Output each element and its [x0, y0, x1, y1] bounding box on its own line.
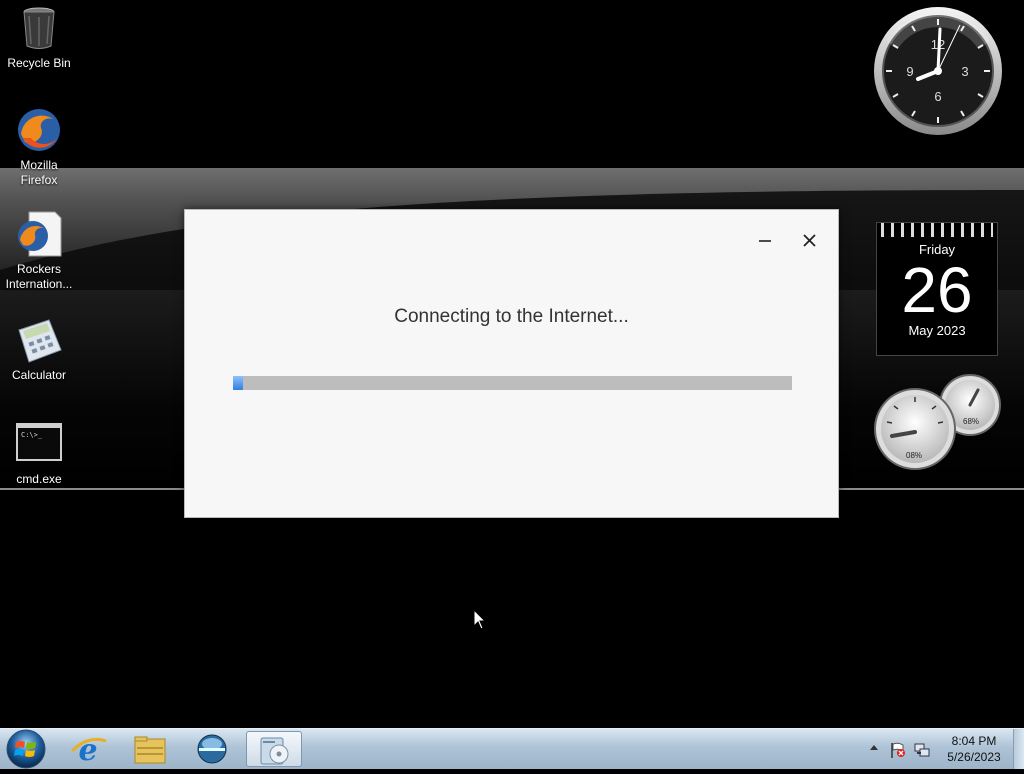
clock-gadget[interactable]: 12 3 6 9: [872, 5, 1004, 137]
desktop-icon-cmd[interactable]: C:\>_ cmd.exe: [0, 420, 78, 487]
desktop-icon-rockers[interactable]: Rockers Internation...: [0, 210, 78, 292]
taskbar-internet-explorer[interactable]: e: [60, 731, 116, 768]
desktop-icon-label: Mozilla Firefox: [20, 158, 58, 187]
svg-text:C:\>_: C:\>_: [21, 431, 43, 439]
clock-numeral: 3: [961, 64, 968, 79]
clock-numeral: 6: [934, 89, 941, 104]
minimize-icon: [759, 240, 771, 242]
desktop-icon-label: Rockers Internation...: [5, 262, 73, 291]
taskbar: e 8:04 PM 5/26/2023: [0, 728, 1024, 769]
show-hidden-icons-button[interactable]: [868, 742, 880, 754]
calendar-rings: [881, 223, 993, 237]
calendar-day: 26: [901, 254, 973, 326]
memory-usage-label: 68%: [963, 417, 980, 426]
taskbar-installer[interactable]: [246, 731, 302, 767]
status-message: Connecting to the Internet...: [394, 306, 629, 327]
installer-icon: [260, 737, 289, 765]
minimize-button[interactable]: [750, 228, 780, 252]
windows-logo-icon: [6, 729, 46, 769]
taskbar-date: 5/26/2023: [947, 750, 1001, 764]
connecting-dialog: Connecting to the Internet...: [184, 209, 839, 518]
taskbar-media-center[interactable]: [184, 731, 240, 767]
progress-bar: [233, 376, 792, 390]
recycle-bin-icon: [15, 4, 63, 52]
taskbar-clock[interactable]: 8:04 PM 5/26/2023: [936, 733, 1012, 765]
calendar-gadget[interactable]: Friday 26 May 2023: [876, 222, 998, 356]
mouse-cursor-icon: [473, 609, 487, 630]
desktop-icon-calculator[interactable]: Calculator: [0, 316, 78, 383]
desktop-icon-firefox[interactable]: Mozilla Firefox: [0, 106, 78, 188]
close-icon: [803, 234, 816, 247]
internet-explorer-icon: e: [70, 733, 107, 768]
taskbar-windows-explorer[interactable]: [122, 731, 178, 767]
calculator-icon: [15, 316, 63, 364]
progress-fill: [233, 376, 244, 390]
desktop-icon-label: cmd.exe: [16, 472, 62, 486]
show-desktop-button[interactable]: [1013, 729, 1024, 769]
close-button[interactable]: [794, 228, 824, 252]
cpu-usage-label: 08%: [906, 451, 923, 460]
command-prompt-icon: C:\>_: [15, 420, 63, 468]
folder-icon: [134, 736, 166, 764]
taskbar-time: 8:04 PM: [951, 734, 997, 748]
firefox-document-icon: [15, 210, 63, 258]
clock-numeral: 9: [906, 64, 913, 79]
media-center-icon: [197, 734, 227, 764]
clock-minute-hand: [936, 27, 942, 73]
start-button[interactable]: [0, 728, 54, 770]
desktop-icon-label: Recycle Bin: [7, 56, 71, 70]
action-center-flag-icon[interactable]: [889, 741, 907, 759]
network-icon[interactable]: [913, 741, 931, 759]
cpu-meter-gadget[interactable]: 08% 68%: [872, 374, 1002, 472]
desktop-icon-recycle-bin[interactable]: Recycle Bin: [0, 4, 78, 71]
calendar-month-year: May 2023: [908, 323, 966, 338]
desktop-icon-label: Calculator: [11, 368, 67, 382]
firefox-icon: [15, 106, 63, 154]
